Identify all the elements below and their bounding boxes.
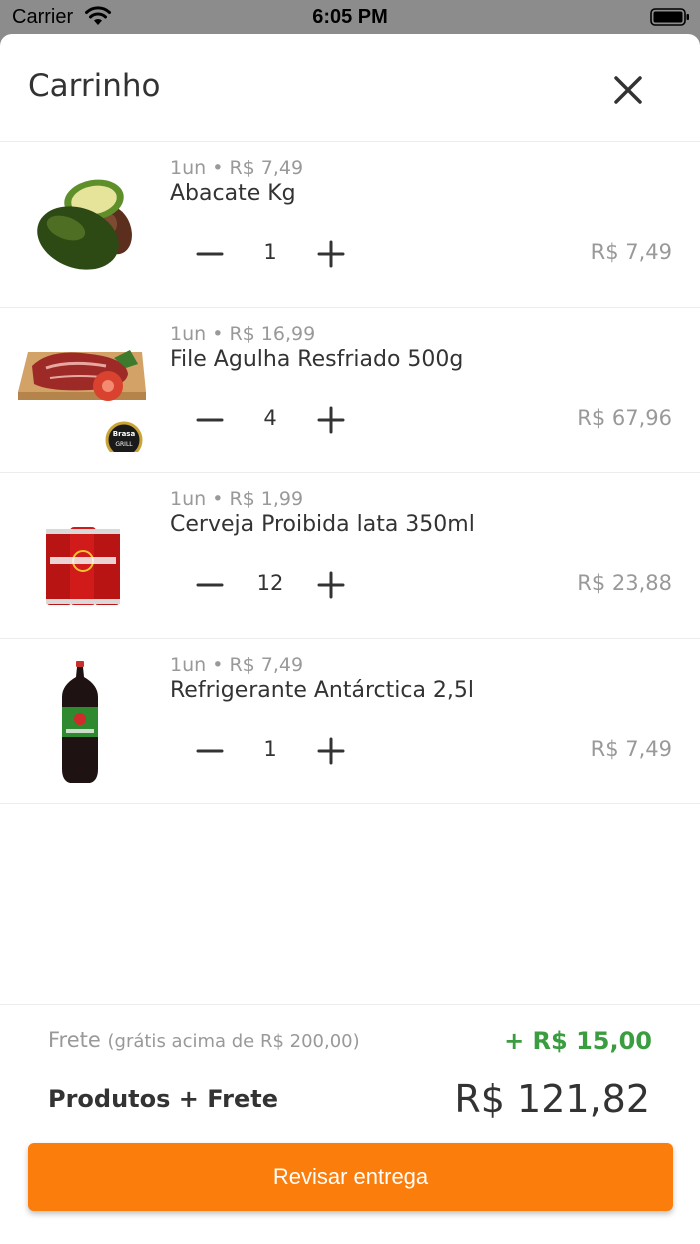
item-total: R$ 7,49	[590, 240, 672, 264]
item-name: Cerveja Proibida lata 350ml	[170, 512, 475, 537]
minus-icon[interactable]	[192, 236, 228, 272]
close-icon[interactable]	[608, 70, 648, 110]
avocado-image	[37, 179, 132, 270]
minus-icon[interactable]	[192, 567, 228, 603]
cart-header: Carrinho	[0, 34, 700, 142]
cart-sheet: Carrinho 1un • R$ 7,49 Abacate Kg 1 R$ 7…	[0, 34, 700, 1244]
quantity-value: 1	[263, 736, 277, 761]
shipping-title: Frete	[48, 1028, 101, 1052]
minus-icon[interactable]	[192, 733, 228, 769]
shipping-value: + R$ 15,00	[504, 1027, 652, 1055]
review-delivery-button[interactable]: Revisar entrega	[28, 1143, 673, 1211]
status-bar: Carrier 6:05 PM	[0, 0, 700, 34]
cart-item: 1un • R$ 1,99 Cerveja Proibida lata 350m…	[0, 473, 700, 639]
item-unit-price: 1un • R$ 16,99	[170, 322, 316, 345]
steak-image: Brasa GRILL	[18, 349, 146, 452]
item-unit-price: 1un • R$ 1,99	[170, 488, 304, 510]
shipping-label: Frete (grátis acima de R$ 200,00)	[48, 1028, 360, 1052]
item-unit-price: 1un • R$ 7,49	[170, 157, 304, 179]
cart-summary: Frete (grátis acima de R$ 200,00) + R$ 1…	[0, 1004, 700, 1244]
item-name: File Agulha Resfriado 500g	[170, 346, 464, 372]
total-value: R$ 121,82	[454, 1077, 650, 1121]
plus-icon[interactable]	[313, 567, 349, 603]
quantity-value: 4	[263, 405, 277, 430]
item-unit-price: 1un • R$ 7,49	[170, 653, 304, 676]
shipping-note: (grátis acima de R$ 200,00)	[107, 1031, 360, 1052]
quantity-value: 1	[263, 240, 277, 264]
cart-item: Brasa GRILL 1un • R$ 16,99 File Agulha R…	[0, 308, 700, 473]
cart-item: 1un • R$ 7,49 Refrigerante Antárctica 2,…	[0, 639, 700, 804]
quantity-value: 12	[256, 571, 284, 595]
item-total: R$ 7,49	[590, 736, 672, 761]
beer-cans-image	[46, 527, 120, 605]
item-name: Abacate Kg	[170, 181, 296, 206]
item-total: R$ 23,88	[577, 571, 672, 595]
plus-icon[interactable]	[313, 733, 349, 769]
plus-icon[interactable]	[313, 402, 349, 438]
clock: 6:05 PM	[312, 6, 388, 28]
soda-bottle-image	[62, 660, 98, 783]
item-total: R$ 67,96	[577, 405, 672, 430]
battery-icon	[650, 8, 689, 26]
cart-list: 1un • R$ 7,49 Abacate Kg 1 R$ 7,49 Brasa…	[0, 142, 700, 804]
svg-text:Brasa: Brasa	[113, 430, 136, 438]
page-title: Carrinho	[28, 68, 161, 104]
plus-icon[interactable]	[313, 236, 349, 272]
item-name: Refrigerante Antárctica 2,5l	[170, 677, 475, 703]
svg-text:GRILL: GRILL	[115, 441, 133, 448]
cart-item: 1un • R$ 7,49 Abacate Kg 1 R$ 7,49	[0, 142, 700, 308]
minus-icon[interactable]	[192, 402, 228, 438]
total-label: Produtos + Frete	[48, 1085, 278, 1113]
